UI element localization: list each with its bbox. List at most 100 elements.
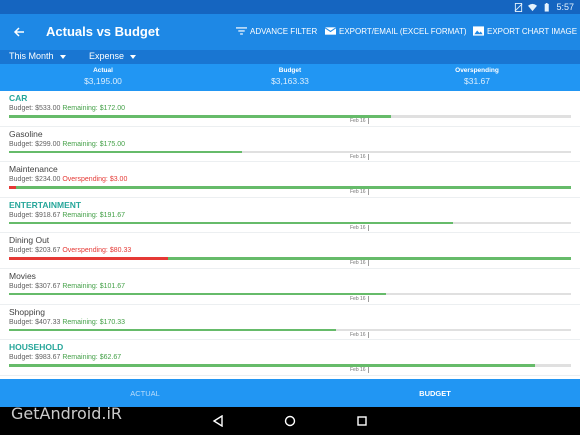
- remaining-amount: Remaining: $170.33: [62, 318, 125, 326]
- summary-budget-value: $3,163.33: [271, 76, 309, 86]
- subcategory-title: Gasoline: [9, 128, 43, 139]
- chevron-down-icon: [59, 55, 66, 59]
- budget-amount: Budget: $299.00: [9, 140, 61, 148]
- app-bar: Actuals vs Budget ADVANCE FILTER EXPORT/…: [0, 14, 580, 50]
- remaining-amount: Remaining: $175.00: [62, 140, 125, 148]
- date-marker: Feb 16: [350, 367, 369, 374]
- summary-over-value: $31.67: [464, 76, 490, 86]
- chevron-down-icon: [130, 55, 137, 59]
- tab-actual[interactable]: ACTUAL: [0, 379, 290, 407]
- budget-line: Budget: $234.00 Overspending: $3.00: [9, 176, 127, 183]
- progress-bar: [9, 364, 571, 367]
- progress-bar: [9, 221, 571, 225]
- list-item[interactable]: Maintenance Budget: $234.00 Overspending:…: [0, 162, 580, 198]
- summary-budget-label: Budget: [278, 67, 302, 74]
- summary-actual: Actual $3,195.00: [43, 67, 163, 86]
- export-email-button[interactable]: EXPORT/EMAIL (EXCEL FORMAT): [325, 26, 467, 36]
- budget-list[interactable]: CAR Budget: $533.00 Remaining: $172.00 Feb…: [0, 91, 580, 379]
- remaining-amount: Remaining: $101.67: [62, 282, 125, 290]
- square-recents-icon: [357, 416, 367, 426]
- date-marker: Feb 16: [350, 260, 369, 267]
- list-item[interactable]: Shopping Budget: $407.33 Remaining: $170.…: [0, 305, 580, 341]
- filter-icon: [236, 27, 247, 35]
- summary-header: Actual $3,195.00 Budget $3,163.33 Oversp…: [0, 64, 580, 91]
- period-value: This Month: [9, 51, 54, 61]
- remaining-amount: Remaining: $62.67: [62, 354, 122, 362]
- subcategory-title: Shopping: [9, 306, 45, 317]
- nav-back-button[interactable]: [211, 414, 225, 428]
- spent-fill: [9, 115, 392, 118]
- list-item[interactable]: Dining Out Budget: $203.67 Overspending: …: [0, 233, 580, 269]
- export-email-label: EXPORT/EMAIL (EXCEL FORMAT): [339, 26, 467, 36]
- page-title: Actuals vs Budget: [46, 24, 160, 39]
- tab-budget[interactable]: BUDGET: [290, 379, 580, 407]
- date-marker: Feb 16: [350, 118, 369, 124]
- spent-fill: [9, 364, 536, 367]
- budget-line: Budget: $918.67 Remaining: $191.67: [9, 212, 125, 219]
- date-marker: Feb 16: [350, 331, 369, 338]
- period-dropdown[interactable]: This Month: [9, 51, 66, 61]
- status-icons: 5:57: [514, 1, 574, 13]
- battery-icon: [545, 2, 550, 12]
- budget-line: Budget: $983.67 Remaining: $62.67: [9, 354, 121, 361]
- category-title: CAR: [9, 93, 28, 103]
- circle-home-icon: [284, 415, 296, 427]
- nav-recents-button[interactable]: [355, 414, 369, 428]
- subcategory-title: Movies: [9, 270, 36, 281]
- list-item[interactable]: CAR Budget: $533.00 Remaining: $172.00 Feb…: [0, 91, 580, 127]
- budget-amount: Budget: $203.67: [9, 247, 61, 255]
- date-marker: Feb 16: [350, 153, 369, 160]
- overspending-amount: Overspending: $80.33: [62, 247, 132, 255]
- spent-fill: [167, 257, 571, 260]
- summary-overspending: Overspending $31.67: [417, 67, 537, 86]
- subcategory-title: Dining Out: [9, 235, 50, 246]
- spent-fill: [16, 186, 571, 189]
- image-icon: [473, 26, 484, 36]
- progress-bar: [9, 186, 571, 189]
- progress-bar: [9, 150, 571, 154]
- filter-bar: This Month Expense: [0, 50, 580, 64]
- summary-actual-value: $3,195.00: [84, 76, 122, 86]
- budget-line: Budget: $203.67 Overspending: $80.33: [9, 247, 131, 254]
- type-value: Expense: [89, 51, 125, 61]
- progress-bar: [9, 115, 571, 118]
- budget-amount: Budget: $407.33: [9, 318, 61, 326]
- summary-over-label: Overspending: [455, 67, 499, 74]
- spent-fill: [9, 328, 337, 332]
- list-item[interactable]: Gasoline Budget: $299.00 Remaining: $175.…: [0, 127, 580, 163]
- budget-amount: Budget: $983.67: [9, 354, 61, 362]
- budget-line: Budget: $407.33 Remaining: $170.33: [9, 319, 125, 326]
- remaining-amount: Remaining: $172.00: [62, 105, 125, 112]
- overspending-fill: [9, 186, 17, 189]
- advance-filter-button[interactable]: ADVANCE FILTER: [236, 26, 317, 36]
- summary-budget: Budget $3,163.33: [230, 67, 350, 86]
- list-item[interactable]: Movies Budget: $307.67 Remaining: $101.67…: [0, 269, 580, 305]
- export-chart-label: EXPORT CHART IMAGE: [487, 26, 578, 36]
- nav-home-button[interactable]: [283, 414, 297, 428]
- triangle-back-icon: [212, 415, 223, 427]
- summary-actual-label: Actual: [93, 67, 113, 74]
- spent-fill: [9, 292, 386, 296]
- remaining-amount: Remaining: $191.67: [62, 211, 125, 219]
- budget-amount: Budget: $533.00: [9, 105, 61, 112]
- progress-bar: [9, 257, 571, 260]
- type-dropdown[interactable]: Expense: [89, 51, 137, 61]
- budget-amount: Budget: $234.00: [9, 176, 61, 184]
- category-title: HOUSEHOLD: [9, 342, 64, 353]
- overspending-fill: [9, 257, 168, 260]
- status-time: 5:57: [556, 2, 574, 12]
- spent-fill: [9, 150, 243, 154]
- list-item[interactable]: ENTERTAINMENT Budget: $918.67 Remaining: …: [0, 198, 580, 234]
- watermark: GetAndroid.iR: [11, 404, 123, 423]
- date-marker: Feb 16: [350, 189, 369, 196]
- subcategory-title: Maintenance: [9, 164, 58, 175]
- progress-bar: [9, 292, 571, 296]
- back-button[interactable]: [8, 21, 30, 43]
- export-chart-button[interactable]: EXPORT CHART IMAGE: [473, 26, 577, 36]
- list-item[interactable]: HOUSEHOLD Budget: $983.67 Remaining: $62.…: [0, 340, 580, 376]
- progress-bar: [9, 328, 571, 332]
- budget-line: Budget: $533.00 Remaining: $172.00: [9, 105, 125, 112]
- date-marker: Feb 16: [350, 295, 369, 302]
- budget-line: Budget: $307.67 Remaining: $101.67: [9, 283, 125, 290]
- spent-fill: [9, 221, 453, 225]
